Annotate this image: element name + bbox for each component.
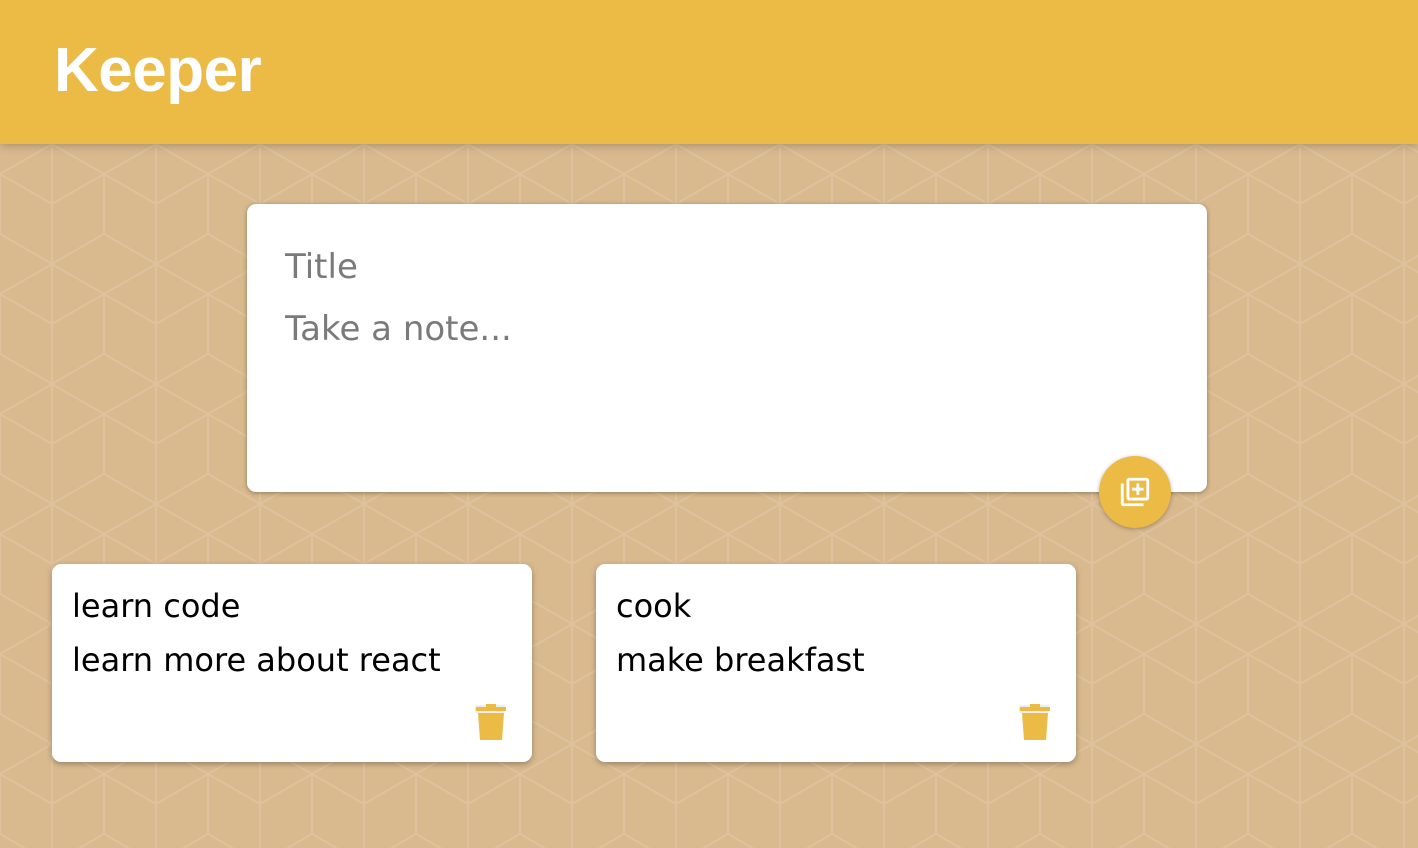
note-title: learn code: [72, 587, 241, 625]
note-card: cook make breakfast: [596, 564, 1076, 762]
note-card: learn code learn more about react: [52, 564, 532, 762]
note-content: make breakfast: [616, 641, 865, 679]
add-note-icon: [1120, 477, 1150, 507]
create-note-form: [247, 204, 1207, 492]
note-title-input[interactable]: [285, 244, 1165, 290]
trash-icon: [475, 704, 506, 740]
note-content: learn more about react: [72, 641, 441, 679]
trash-icon: [1019, 704, 1050, 740]
note-content-input[interactable]: [285, 306, 1165, 456]
add-note-button[interactable]: [1099, 456, 1171, 528]
delete-note-button[interactable]: [1016, 698, 1056, 742]
app-title: Keeper: [54, 36, 262, 105]
delete-note-button[interactable]: [472, 698, 512, 742]
note-title: cook: [616, 587, 692, 625]
app-header: Keeper: [0, 0, 1418, 144]
